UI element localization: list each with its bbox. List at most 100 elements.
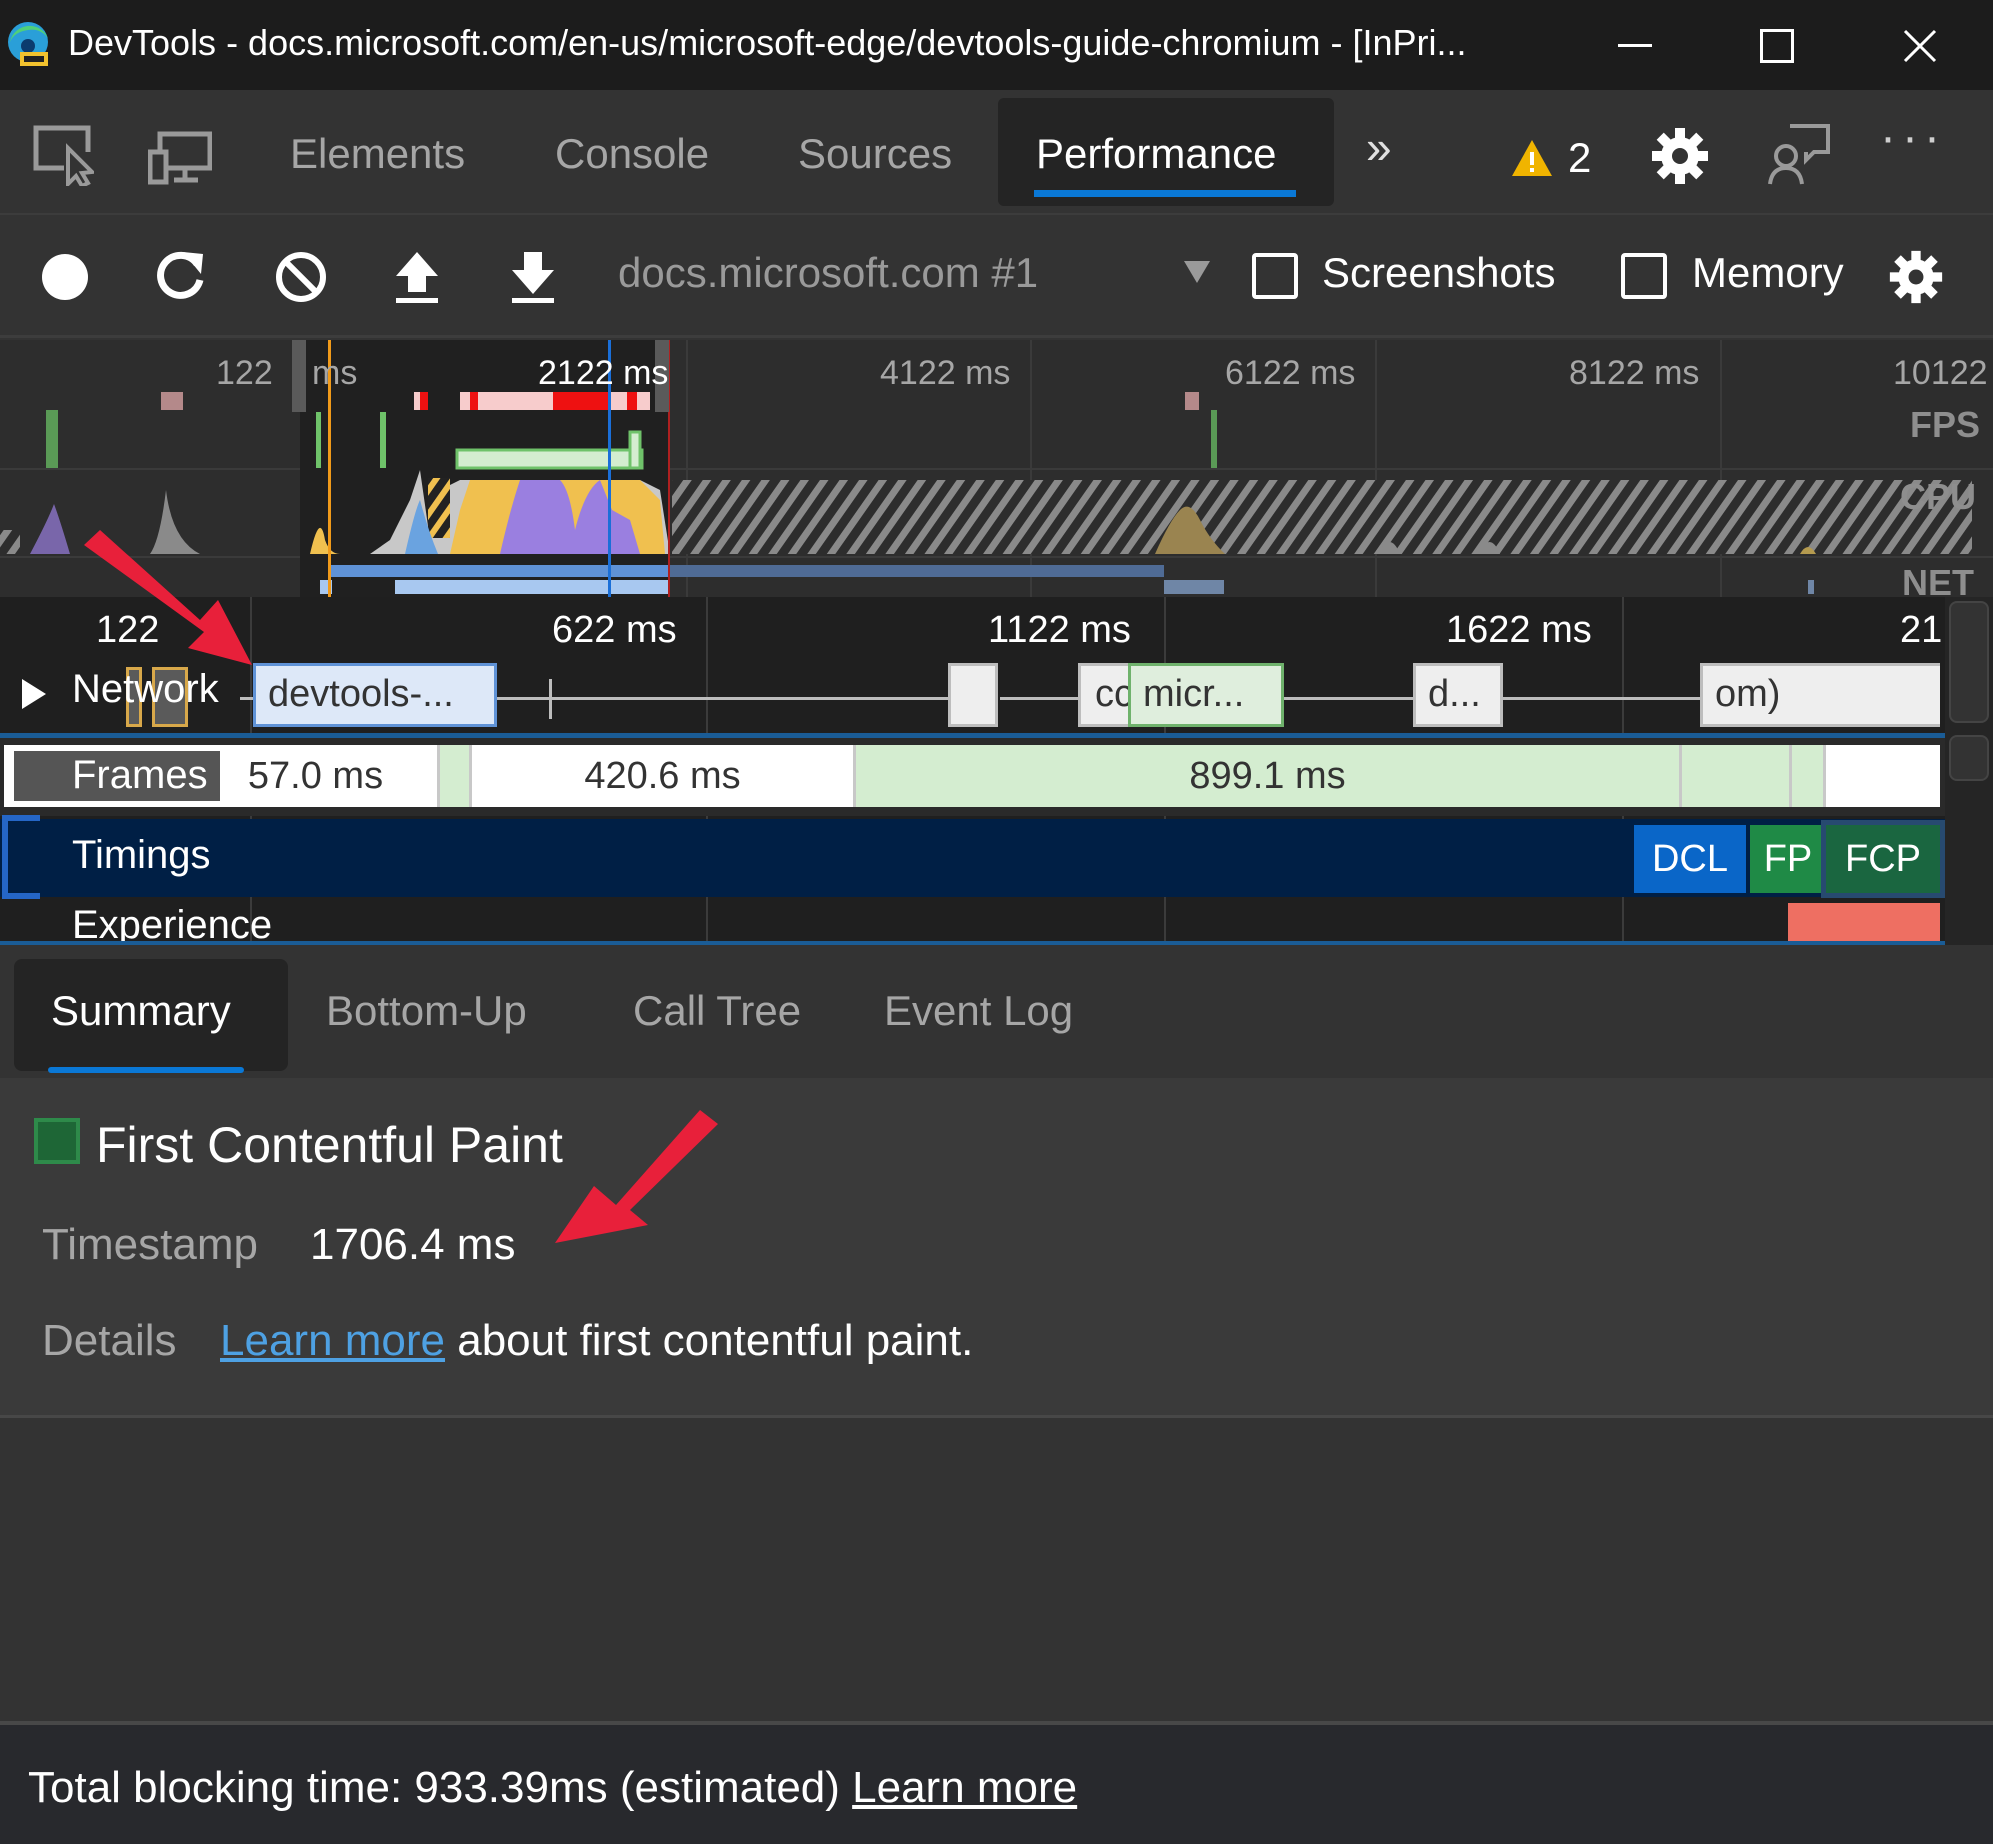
- timeline-scrollbar[interactable]: [1945, 597, 1993, 945]
- edge-devtools-app-icon: [4, 20, 52, 68]
- frame-cell[interactable]: [1792, 745, 1826, 807]
- network-request-label: micr...: [1143, 673, 1245, 715]
- minimize-icon: [1618, 44, 1652, 47]
- scrollbar-thumb[interactable]: [1949, 735, 1989, 781]
- reload-record-button[interactable]: [150, 247, 210, 307]
- capture-settings-button[interactable]: [1886, 247, 1946, 307]
- fcp-marker[interactable]: FCP: [1821, 820, 1945, 898]
- cpu-idle-region: [0, 530, 20, 554]
- device-emulation-button[interactable]: [147, 130, 213, 186]
- layout-shift-block[interactable]: [1788, 903, 1940, 945]
- details-empty-area: [0, 1421, 1993, 1721]
- expand-network-icon[interactable]: [20, 677, 48, 716]
- record-button[interactable]: [35, 247, 95, 307]
- clear-button[interactable]: [271, 247, 331, 307]
- frame-cell[interactable]: [440, 745, 472, 807]
- feedback-button[interactable]: [1766, 122, 1830, 186]
- profile-select-value: docs.microsoft.com #1: [618, 249, 1039, 296]
- ruler-tick: 1622 ms: [1446, 609, 1592, 651]
- status-footer: Total blocking time: 933.39ms (estimated…: [0, 1721, 1993, 1844]
- fps-bar: [380, 412, 386, 468]
- devtools-tab-bar: Elements Console Sources Performance » 2: [0, 90, 1993, 215]
- window-title-bar: DevTools - docs.microsoft.com/en-us/micr…: [0, 0, 1993, 90]
- dcl-marker[interactable]: DCL: [1634, 825, 1746, 893]
- learn-more-link[interactable]: Learn more: [220, 1316, 445, 1365]
- load-profile-button[interactable]: [387, 247, 447, 307]
- screenshots-label: Screenshots: [1322, 249, 1556, 296]
- network-request-bar[interactable]: micr...: [1128, 663, 1284, 727]
- active-tab-indicator: [48, 1067, 244, 1073]
- warning-count: 2: [1568, 134, 1592, 181]
- frame-duration: 899.1 ms: [1189, 754, 1346, 797]
- tab-bottom-up[interactable]: Bottom-Up: [326, 987, 527, 1035]
- overview-tick: 2122 ms: [538, 354, 669, 392]
- network-request-label: om): [1715, 673, 1781, 715]
- network-request-bar[interactable]: devtools-...: [253, 663, 497, 727]
- frame-cell[interactable]: [1826, 745, 1940, 807]
- frame-duration: 420.6 ms: [584, 754, 741, 797]
- maximize-icon: [1760, 29, 1794, 63]
- warnings-button[interactable]: 2: [1510, 134, 1591, 182]
- network-request-label: d...: [1428, 673, 1481, 715]
- upload-profile-icon: [396, 252, 438, 303]
- performance-toolbar: docs.microsoft.com #1 Screenshots Memory: [0, 217, 1993, 338]
- frame-cell[interactable]: 899.1 ms: [856, 745, 1682, 807]
- overview-tick: 8122 ms: [1569, 354, 1700, 392]
- learn-more-link[interactable]: Learn more: [852, 1763, 1077, 1812]
- event-color-swatch: [34, 1118, 80, 1164]
- chevron-down-icon: [1184, 261, 1210, 283]
- network-tick: [549, 679, 552, 719]
- fps-label: FPS: [1910, 404, 1981, 445]
- inspect-element-button[interactable]: [30, 122, 97, 189]
- details-value: Learn more about first contentful paint.: [220, 1316, 973, 1366]
- tab-elements[interactable]: Elements: [290, 130, 465, 178]
- timeline-tracks[interactable]: 122 622 ms 1122 ms 1622 ms 21 Network de…: [0, 597, 1945, 945]
- frames-track-label[interactable]: Frames: [72, 753, 208, 798]
- overview-tick: 10122: [1893, 354, 1988, 392]
- cpu-scripting: [428, 478, 450, 538]
- frame-cell[interactable]: 420.6 ms: [472, 745, 856, 807]
- net-bar: [1808, 580, 1814, 594]
- net-label: NET: [1902, 562, 1974, 597]
- total-blocking-time: Total blocking time: 933.39ms (estimated…: [28, 1763, 1077, 1813]
- frame-cell[interactable]: [1682, 745, 1792, 807]
- inspect-element-icon: [33, 125, 97, 189]
- close-icon: [1903, 29, 1937, 63]
- fp-marker[interactable]: FP: [1750, 825, 1826, 893]
- tab-call-tree[interactable]: Call Tree: [633, 987, 801, 1035]
- fps-bar: [316, 412, 321, 468]
- ruler-tick: 122: [96, 609, 160, 651]
- save-profile-button[interactable]: [503, 247, 563, 307]
- tab-sources[interactable]: Sources: [798, 130, 952, 178]
- settings-button[interactable]: [1650, 126, 1710, 186]
- network-track-label[interactable]: Network: [72, 667, 219, 712]
- maximize-button[interactable]: [1747, 18, 1807, 74]
- network-track[interactable]: Network devtools-... cc micr... d... om): [0, 663, 1945, 733]
- more-tabs-button[interactable]: »: [1366, 120, 1392, 174]
- long-task: [553, 392, 608, 410]
- experience-track-label[interactable]: Experience: [72, 903, 272, 945]
- scrollbar-thumb[interactable]: [1949, 601, 1989, 723]
- memory-checkbox[interactable]: [1621, 253, 1667, 299]
- overview-tick: 6122 ms: [1225, 354, 1356, 392]
- network-request-bar[interactable]: d...: [1413, 663, 1503, 727]
- network-request-bar[interactable]: om): [1700, 663, 1940, 727]
- screenshots-checkbox[interactable]: [1252, 253, 1298, 299]
- selection-handle-left: [292, 340, 306, 412]
- network-request-bar[interactable]: [948, 663, 998, 727]
- timeline-overview[interactable]: 122 ms 2122 ms 4122 ms 6122 ms 8122 ms 1…: [0, 340, 1993, 597]
- tab-event-log[interactable]: Event Log: [884, 987, 1073, 1035]
- fps-bar: [1211, 410, 1217, 468]
- net-bar: [395, 580, 670, 594]
- close-button[interactable]: [1890, 18, 1950, 74]
- network-request-label: devtools-...: [268, 673, 454, 715]
- minimize-button[interactable]: [1605, 18, 1665, 74]
- timings-track-label[interactable]: Timings: [72, 833, 211, 878]
- tab-performance-label[interactable]: Performance: [1036, 130, 1276, 178]
- long-task: [627, 392, 637, 410]
- profile-select[interactable]: docs.microsoft.com #1: [618, 247, 1210, 309]
- more-options-button[interactable]: ···: [1880, 110, 1946, 165]
- track-selection-bracket: [2, 815, 40, 899]
- tab-console[interactable]: Console: [555, 130, 709, 178]
- tab-summary-label[interactable]: Summary: [51, 987, 231, 1035]
